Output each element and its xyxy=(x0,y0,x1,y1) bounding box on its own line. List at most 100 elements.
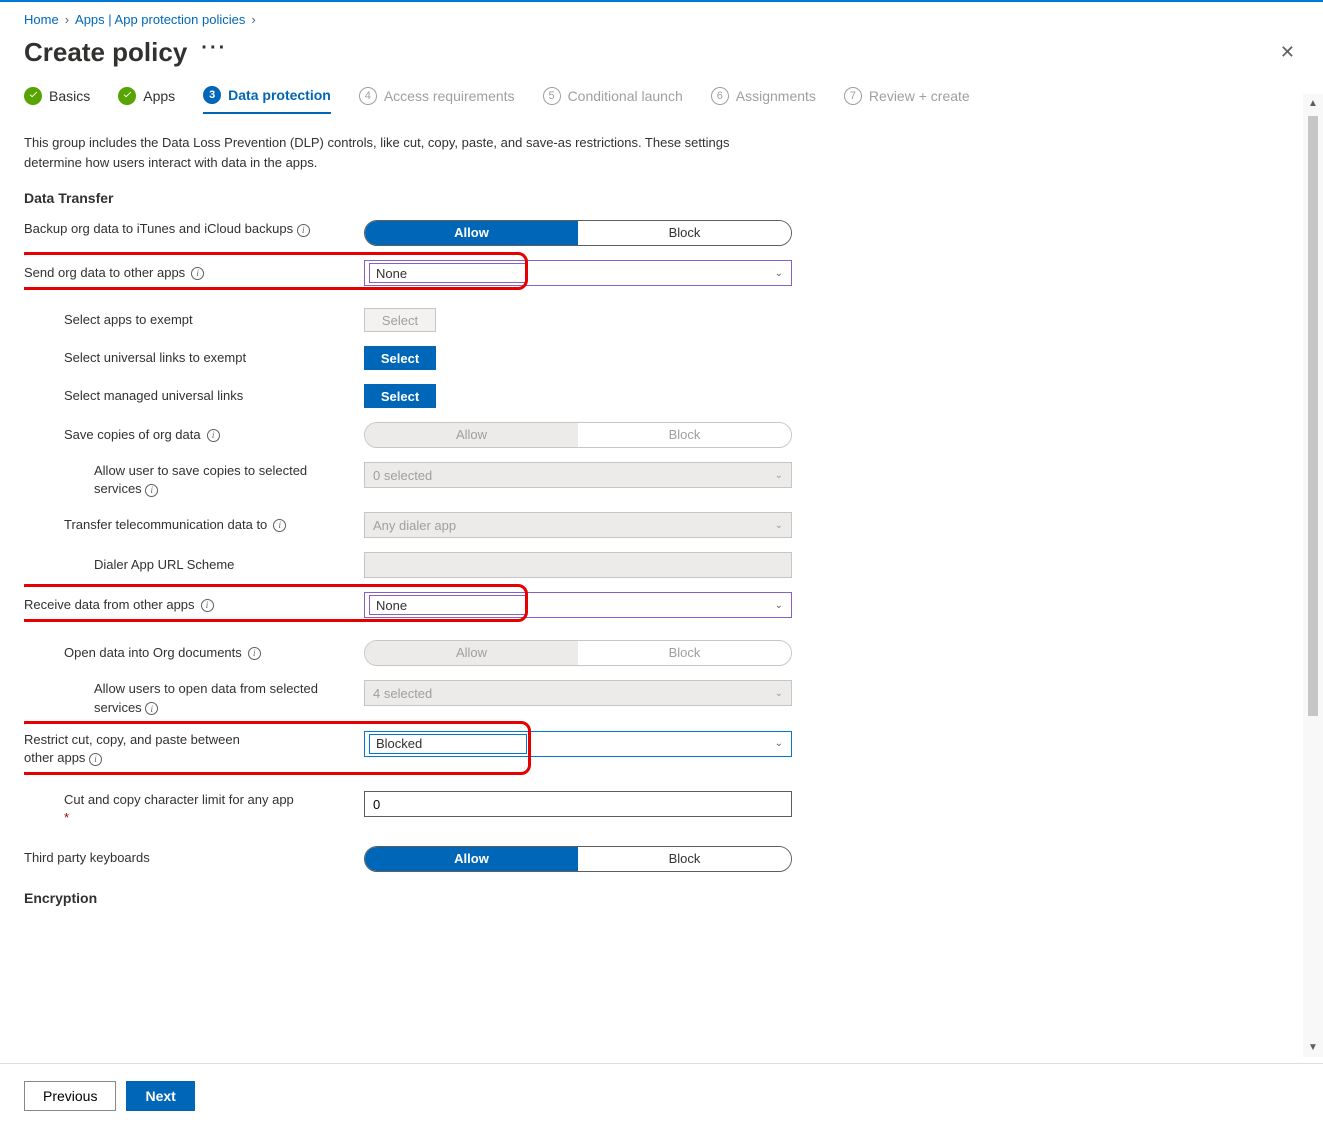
step-access-requirements[interactable]: 4 Access requirements xyxy=(359,87,515,113)
chevron-right-icon: › xyxy=(251,12,255,27)
step-data-protection[interactable]: 3 Data protection xyxy=(203,86,331,114)
step-number-icon: 5 xyxy=(543,87,561,105)
open-org-block-option: Block xyxy=(578,641,791,665)
close-icon[interactable]: ✕ xyxy=(1276,38,1299,67)
info-icon[interactable]: i xyxy=(191,267,204,280)
required-indicator: * xyxy=(64,809,294,827)
chevron-down-icon: ⌄ xyxy=(775,520,783,531)
backup-allow-option[interactable]: Allow xyxy=(365,221,578,245)
dropdown-value: None xyxy=(369,263,527,283)
next-button[interactable]: Next xyxy=(126,1081,194,1111)
step-number-icon: 6 xyxy=(711,87,729,105)
data-transfer-heading: Data Transfer xyxy=(24,190,1299,206)
exempt-apps-label: Select apps to exempt xyxy=(24,311,364,329)
chevron-down-icon: ⌄ xyxy=(775,738,783,749)
check-icon xyxy=(24,87,42,105)
dialer-url-label: Dialer App URL Scheme xyxy=(24,556,364,574)
step-number-icon: 7 xyxy=(844,87,862,105)
step-label: Basics xyxy=(49,88,90,104)
open-services-label: Allow users to open data from selected s… xyxy=(24,680,364,716)
open-services-dropdown: 4 selected ⌄ xyxy=(364,680,792,706)
step-review-create[interactable]: 7 Review + create xyxy=(844,87,970,113)
page-title: Create policy ··· xyxy=(24,37,227,68)
save-copies-label: Save copies of org data i xyxy=(24,426,364,444)
char-limit-input[interactable] xyxy=(364,791,792,817)
info-icon[interactable]: i xyxy=(207,429,220,442)
open-org-docs-label: Open data into Org documents i xyxy=(24,644,364,662)
info-icon[interactable]: i xyxy=(145,484,158,497)
wizard-footer: Previous Next xyxy=(0,1063,1323,1127)
dialer-url-input xyxy=(364,552,792,578)
receive-data-dropdown[interactable]: None ⌄ xyxy=(364,592,792,618)
receive-data-label: Receive data from other apps i xyxy=(24,596,364,614)
step-number-icon: 4 xyxy=(359,87,377,105)
restrict-ccp-dropdown[interactable]: Blocked ⌄ xyxy=(364,731,792,757)
breadcrumb-home[interactable]: Home xyxy=(24,12,59,27)
chevron-down-icon: ⌄ xyxy=(775,470,783,481)
step-conditional-launch[interactable]: 5 Conditional launch xyxy=(543,87,683,113)
save-services-dropdown: 0 selected ⌄ xyxy=(364,462,792,488)
select-universal-links-button[interactable]: Select xyxy=(364,346,436,370)
previous-button[interactable]: Previous xyxy=(24,1081,116,1111)
backup-label: Backup org data to iTunes and iCloud bac… xyxy=(24,220,364,238)
select-exempt-apps-button[interactable]: Select xyxy=(364,308,436,332)
dropdown-value: Any dialer app xyxy=(373,518,456,533)
chevron-down-icon: ⌄ xyxy=(775,600,783,611)
info-icon[interactable]: i xyxy=(273,519,286,532)
save-copies-toggle: Allow Block xyxy=(364,422,792,448)
check-icon xyxy=(118,87,136,105)
open-org-allow-option: Allow xyxy=(365,641,578,665)
universal-links-exempt-label: Select universal links to exempt xyxy=(24,349,364,367)
save-copies-block-option: Block xyxy=(578,423,791,447)
info-icon[interactable]: i xyxy=(201,599,214,612)
tpk-block-option[interactable]: Block xyxy=(578,847,791,871)
step-number-icon: 3 xyxy=(203,86,221,104)
vertical-scrollbar[interactable]: ▲ ▼ xyxy=(1303,94,1323,1057)
encryption-heading: Encryption xyxy=(24,890,1299,906)
select-managed-links-button[interactable]: Select xyxy=(364,384,436,408)
send-org-data-label: Send org data to other apps i xyxy=(24,264,364,282)
scroll-up-icon[interactable]: ▲ xyxy=(1304,94,1322,113)
save-copies-allow-option: Allow xyxy=(365,423,578,447)
tpk-allow-option[interactable]: Allow xyxy=(365,847,578,871)
restrict-ccp-label: Restrict cut, copy, and paste between ot… xyxy=(24,731,364,767)
scroll-down-icon[interactable]: ▼ xyxy=(1304,1038,1322,1057)
backup-block-option[interactable]: Block xyxy=(578,221,791,245)
telecom-label: Transfer telecommunication data to i xyxy=(24,516,364,534)
step-label: Review + create xyxy=(869,88,970,104)
dropdown-value: Blocked xyxy=(369,734,527,754)
chevron-down-icon: ⌄ xyxy=(775,688,783,699)
step-label: Data protection xyxy=(228,87,331,103)
section-description: This group includes the Data Loss Preven… xyxy=(24,133,744,172)
dropdown-value: 0 selected xyxy=(373,468,432,483)
info-icon[interactable]: i xyxy=(89,753,102,766)
step-basics[interactable]: Basics xyxy=(24,87,90,113)
step-label: Access requirements xyxy=(384,88,515,104)
info-icon[interactable]: i xyxy=(248,647,261,660)
dropdown-value: None xyxy=(369,595,527,615)
info-icon[interactable]: i xyxy=(145,702,158,715)
managed-universal-links-label: Select managed universal links xyxy=(24,387,364,405)
breadcrumb-apps[interactable]: Apps | App protection policies xyxy=(75,12,245,27)
third-party-keyboards-label: Third party keyboards xyxy=(24,849,364,867)
dropdown-value: 4 selected xyxy=(373,686,432,701)
step-apps[interactable]: Apps xyxy=(118,87,175,113)
backup-toggle[interactable]: Allow Block xyxy=(364,220,792,246)
step-assignments[interactable]: 6 Assignments xyxy=(711,87,816,113)
breadcrumb: Home › Apps | App protection policies › xyxy=(24,12,1299,27)
third-party-keyboards-toggle[interactable]: Allow Block xyxy=(364,846,792,872)
more-actions-button[interactable]: ··· xyxy=(201,37,227,60)
step-label: Assignments xyxy=(736,88,816,104)
char-limit-label: Cut and copy character limit for any app… xyxy=(24,791,364,827)
step-label: Conditional launch xyxy=(568,88,683,104)
chevron-down-icon: ⌄ xyxy=(775,268,783,279)
info-icon[interactable]: i xyxy=(297,224,310,237)
wizard-steps: Basics Apps 3 Data protection 4 Access r… xyxy=(24,86,1299,113)
open-org-toggle: Allow Block xyxy=(364,640,792,666)
telecom-dropdown: Any dialer app ⌄ xyxy=(364,512,792,538)
chevron-right-icon: › xyxy=(65,12,69,27)
save-services-label: Allow user to save copies to selected se… xyxy=(24,462,364,498)
scrollbar-thumb[interactable] xyxy=(1308,116,1318,716)
send-org-data-dropdown[interactable]: None ⌄ xyxy=(364,260,792,286)
step-label: Apps xyxy=(143,88,175,104)
